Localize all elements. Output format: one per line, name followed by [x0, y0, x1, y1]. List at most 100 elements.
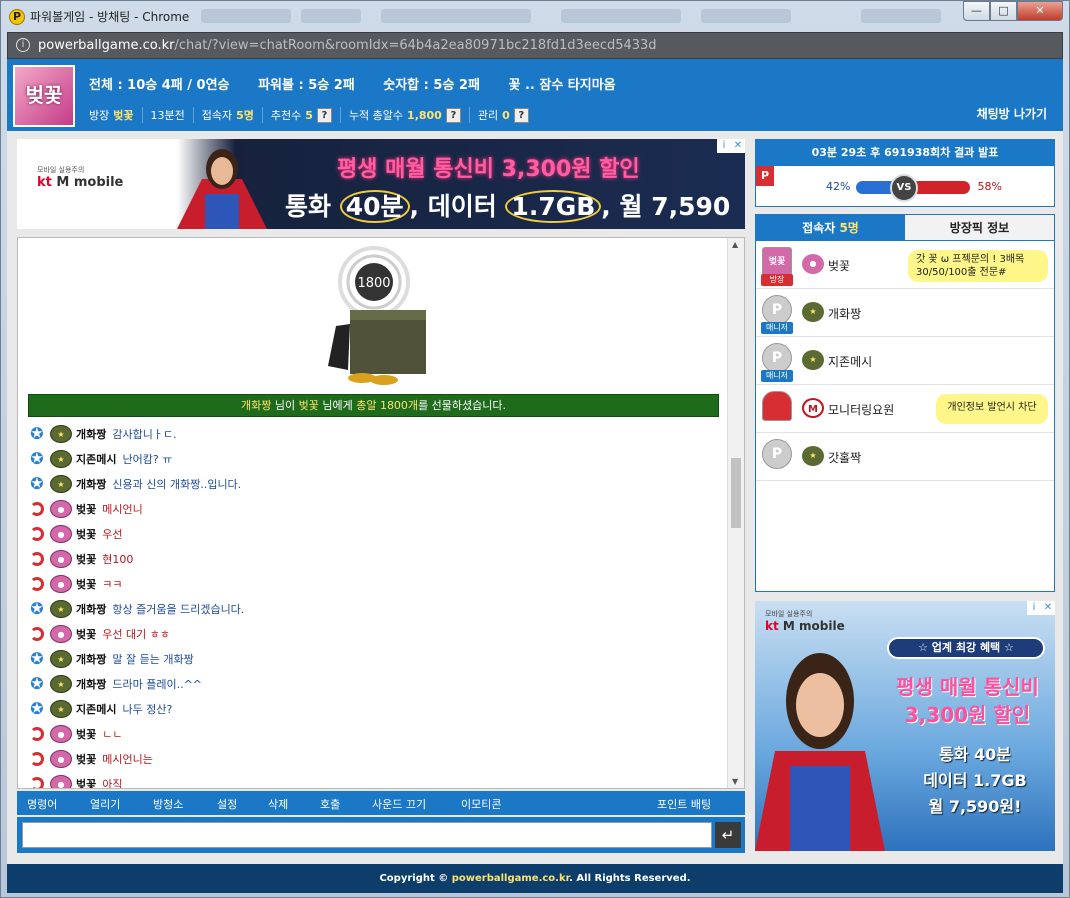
user-level-icon[interactable]: ●	[50, 549, 72, 568]
maximize-button[interactable]: □	[990, 1, 1017, 21]
user-level-icon[interactable]: ●	[50, 499, 72, 518]
settings-button[interactable]: 설정	[217, 796, 237, 812]
message-nick[interactable]: 벚꽃	[76, 526, 96, 542]
user-name[interactable]: 벚꽃	[828, 257, 850, 274]
gift-help-button[interactable]: ?	[445, 107, 461, 123]
open-button[interactable]: 열리기	[90, 796, 120, 812]
powerball-badge: P	[756, 166, 774, 186]
commands-button[interactable]: 명령어	[27, 796, 57, 812]
user-profile-pic[interactable]: P	[762, 439, 792, 469]
browser-window: P 파워볼게임 - 방채팅 - Chrome — □ ✕ i powerball…	[0, 0, 1070, 898]
chat-message: ● 벚꽃 ㄴㄴ	[28, 721, 718, 746]
point-bet-button[interactable]: 포인트 배팅	[657, 796, 711, 812]
user-row[interactable]: P 매니저 ★ 지존메시	[756, 337, 1054, 385]
user-level-icon[interactable]: ●	[50, 574, 72, 593]
user-row[interactable]: P 매니저 ★ 개화짱	[756, 289, 1054, 337]
user-profile-pic[interactable]: P	[762, 295, 792, 325]
info-icon[interactable]: i	[16, 38, 30, 52]
ad-brand: 모바일 실용주의 kt M mobile	[37, 165, 123, 190]
user-row[interactable]: M 모니터링요원 개인정보 발언시 차단	[756, 385, 1054, 433]
message-nick[interactable]: 개화짱	[76, 651, 106, 667]
user-row[interactable]: P ★ 갓홀짝	[756, 433, 1054, 481]
user-level-icon[interactable]: ●	[50, 749, 72, 768]
scroll-thumb[interactable]	[731, 458, 741, 528]
adchoices-icon[interactable]: i	[717, 139, 731, 153]
user-level-icon[interactable]: ★	[50, 424, 72, 443]
scroll-up-icon[interactable]: ▲	[732, 240, 738, 249]
leave-room-button[interactable]: 채팅방 나가기	[977, 105, 1047, 122]
user-level-icon[interactable]: ★	[50, 474, 72, 493]
message-nick[interactable]: 벚꽃	[76, 726, 96, 742]
tab-users[interactable]: 접속자 5명	[756, 215, 905, 241]
message-nick[interactable]: 지존메시	[76, 701, 116, 717]
user-list: 벚꽃 방장 ● 벚꽃 갓 꽃 ω 프젝문의 ! 3배목 30/50/100출 전문# P 매…	[756, 241, 1054, 481]
blue-team-icon: ✪	[30, 649, 44, 668]
address-bar[interactable]: i powerballgame.co.kr/chat/?view=chatRoo…	[7, 32, 1063, 59]
message-nick[interactable]: 벚꽃	[76, 751, 96, 767]
message-nick[interactable]: 개화짱	[76, 676, 106, 692]
message-nick[interactable]: 벚꽃	[76, 776, 96, 789]
user-status-bubble: 갓 꽃 ω 프젝문의 ! 3배목 30/50/100출 전문#	[908, 250, 1048, 282]
minimize-button[interactable]: —	[963, 1, 990, 21]
red-team-icon	[30, 776, 44, 788]
message-nick[interactable]: 개화짱	[76, 476, 106, 492]
red-team-icon	[30, 501, 44, 516]
user-profile-pic[interactable]: 벚꽃	[762, 247, 792, 277]
user-name[interactable]: 모니터링요원	[828, 401, 894, 418]
manage-help-button[interactable]: ?	[513, 107, 529, 123]
chat-scrollbar[interactable]: ▲ ▼	[727, 238, 744, 788]
user-level-icon[interactable]: ●	[50, 774, 72, 788]
clean-room-button[interactable]: 방청소	[153, 796, 183, 812]
user-profile-pic[interactable]: P	[762, 343, 792, 373]
message-nick[interactable]: 지존메시	[76, 451, 116, 467]
user-name[interactable]: 개화짱	[828, 305, 861, 322]
delete-button[interactable]: 삭제	[268, 796, 288, 812]
user-level-icon[interactable]: ●	[50, 624, 72, 643]
ad-headline: 평생 매월 통신비 3,300원 할인	[337, 157, 640, 182]
scroll-down-icon[interactable]: ▼	[732, 777, 738, 786]
side-ad-line3: 통화 40분	[939, 745, 1011, 764]
message-nick[interactable]: 개화짱	[76, 601, 106, 617]
message-nick[interactable]: 벚꽃	[76, 626, 96, 642]
user-name[interactable]: 갓홀짝	[828, 449, 861, 466]
call-button[interactable]: 호출	[320, 796, 340, 812]
chat-message: ● 벚꽃 현100	[28, 546, 718, 571]
site-favicon-icon: P	[9, 9, 25, 25]
message-nick[interactable]: 벚꽃	[76, 501, 96, 517]
top-banner-ad[interactable]: 모바일 실용주의 kt M mobile 평생 매월 통신비 3,300원 할인 …	[17, 139, 745, 229]
user-name[interactable]: 지존메시	[828, 353, 872, 370]
chat-message: ✪ ★ 개화짱 항상 즐거움을 드리겠습니다.	[28, 596, 718, 621]
send-button[interactable]: ↵	[715, 822, 741, 848]
user-level-icon[interactable]: ★	[50, 449, 72, 468]
user-level-icon[interactable]: ★	[50, 649, 72, 668]
message-nick[interactable]: 개화짱	[76, 426, 106, 442]
user-level-icon[interactable]: ★	[50, 699, 72, 718]
sound-off-button[interactable]: 사운드 끄기	[372, 796, 426, 812]
side-adchoices-icon[interactable]: i	[1027, 601, 1041, 615]
footer: Copyright © powerballgame.co.kr. All Rig…	[7, 864, 1063, 893]
chat-input[interactable]	[22, 822, 712, 848]
time-ago: 13분전	[141, 107, 193, 123]
user-level-icon[interactable]: ★	[50, 599, 72, 618]
visitors-label: 접속자	[201, 109, 233, 122]
side-banner-ad[interactable]: 모바일 실용주의 kt M mobile ☆ 업계 최강 혜택 ☆ 평생 매월 통…	[755, 601, 1055, 851]
recommend-help-button[interactable]: ?	[316, 107, 332, 123]
user-level-icon[interactable]: ★	[50, 674, 72, 693]
user-status-bubble: 개인정보 발언시 차단	[936, 394, 1048, 424]
tab-host-pick[interactable]: 방장픽 정보	[905, 215, 1054, 241]
user-level-icon[interactable]: ●	[50, 524, 72, 543]
close-button[interactable]: ✕	[1017, 1, 1063, 21]
emoticon-button[interactable]: 이모티콘	[461, 796, 501, 812]
chat-log[interactable]: 1800 개화짱 님이 벚꽃 님에게 총알 1800개를 선물하셨습니다. ✪ ★…	[17, 237, 745, 789]
message-nick[interactable]: 벚꽃	[76, 576, 96, 592]
footer-site[interactable]: powerballgame.co.kr	[452, 873, 569, 884]
user-level-icon: ★	[802, 446, 824, 466]
user-row[interactable]: 벚꽃 방장 ● 벚꽃 갓 꽃 ω 프젝문의 ! 3배목 30/50/100출 전문#	[756, 241, 1054, 289]
url-text[interactable]: powerballgame.co.kr/chat/?view=chatRoom&…	[38, 38, 657, 53]
side-ad-pill: ☆ 업계 최강 혜택 ☆	[887, 637, 1045, 659]
ad-close-icon[interactable]: ✕	[731, 139, 745, 153]
user-profile-pic[interactable]	[762, 391, 792, 421]
side-ad-close-icon[interactable]: ✕	[1041, 601, 1055, 615]
user-level-icon[interactable]: ●	[50, 724, 72, 743]
message-nick[interactable]: 벚꽃	[76, 551, 96, 567]
